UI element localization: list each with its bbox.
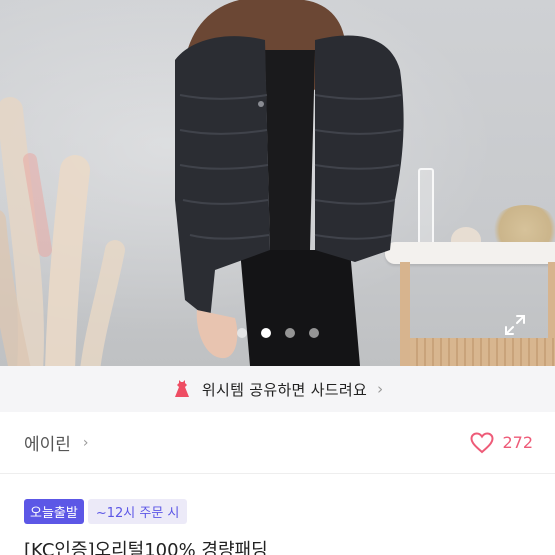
wish-share-banner[interactable]: 위시템 공유하면 사드려요 › bbox=[0, 366, 555, 412]
seller-link[interactable]: 에이린 › bbox=[24, 430, 89, 456]
glass-vase bbox=[418, 168, 434, 250]
model-wearing-jacket bbox=[175, 0, 404, 366]
product-detail-page: 위시템 공유하면 사드려요 › 에이린 › 272 오늘출발 ~12시 주문 시… bbox=[0, 0, 555, 555]
dress-icon bbox=[174, 380, 189, 397]
carousel-dot[interactable] bbox=[308, 328, 319, 338]
seller-row: 에이린 › 272 bbox=[0, 412, 555, 474]
side-table bbox=[385, 242, 555, 264]
carousel-pagination bbox=[0, 328, 555, 338]
today-shipping-badge: 오늘출발 bbox=[24, 499, 84, 524]
expand-icon[interactable] bbox=[503, 313, 527, 337]
chevron-right-icon: › bbox=[82, 434, 89, 451]
order-cutoff-badge: ~12시 주문 시 bbox=[87, 499, 188, 524]
chevron-right-icon: › bbox=[377, 380, 384, 398]
seller-name: 에이린 bbox=[24, 435, 71, 455]
product-image-carousel[interactable] bbox=[0, 0, 555, 366]
carousel-dot[interactable] bbox=[284, 328, 295, 338]
carousel-dot-active[interactable] bbox=[260, 328, 271, 338]
product-title: [KC인증]오리털100% 경량패딩 bbox=[24, 540, 268, 555]
carousel-dot[interactable] bbox=[236, 328, 247, 338]
table-shelf bbox=[410, 338, 555, 366]
wish-banner-text: 위시템 공유하면 사드려요 bbox=[201, 380, 368, 399]
like-count: 272 bbox=[502, 433, 533, 452]
shipping-badges: 오늘출발 ~12시 주문 시 bbox=[24, 499, 188, 524]
like-button[interactable]: 272 bbox=[470, 431, 533, 454]
pampas-grass-decoration bbox=[0, 97, 125, 366]
heart-icon bbox=[470, 431, 494, 453]
